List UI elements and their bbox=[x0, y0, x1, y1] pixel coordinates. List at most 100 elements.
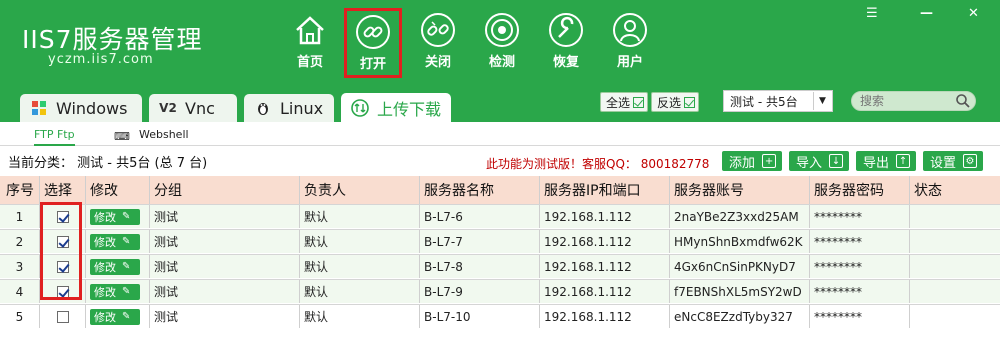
col-server-name: 服务器名称 bbox=[420, 176, 540, 204]
edit-button-label: 修改 bbox=[94, 210, 116, 224]
cell-ip: 192.168.1.112 bbox=[540, 305, 670, 328]
wrench-icon bbox=[549, 13, 583, 47]
select-cell bbox=[40, 230, 86, 253]
edit-button-label: 修改 bbox=[94, 285, 116, 299]
broken-link-icon bbox=[421, 13, 455, 47]
cell-account: eNcC8EZzdTyby327 bbox=[670, 305, 810, 328]
edit-icon: ✎ bbox=[122, 261, 131, 272]
edit-button[interactable]: 修改 ✎ bbox=[90, 233, 140, 250]
nav-home[interactable]: 首页 bbox=[280, 6, 340, 78]
col-server-password: 服务器密码 bbox=[810, 176, 910, 204]
col-edit: 修改 bbox=[86, 176, 150, 204]
cell-password: ******** bbox=[810, 230, 910, 253]
import-button-label: 导入 bbox=[796, 155, 823, 171]
search-icon[interactable] bbox=[955, 93, 971, 109]
dropdown-arrow-icon: ▼ bbox=[813, 92, 831, 110]
edit-icon: ✎ bbox=[122, 236, 131, 247]
edit-button[interactable]: 修改 ✎ bbox=[90, 283, 140, 300]
table-row[interactable]: 3 修改 ✎ 测试 默认 B-L7-8 192.168.1.112 4Gx6nCnSinPKN… bbox=[0, 254, 1000, 278]
col-owner: 负责人 bbox=[300, 176, 420, 204]
cell-num: 5 bbox=[0, 305, 40, 328]
nav-open[interactable]: 打开 bbox=[344, 8, 402, 78]
cell-owner: 默认 bbox=[300, 205, 420, 228]
table-row[interactable]: 1 修改 ✎ 测试 默认 B-L7-6 192.168.1.112 2naYBe2Z3xxd2… bbox=[0, 204, 1000, 228]
cell-ip: 192.168.1.112 bbox=[540, 230, 670, 253]
nav-close[interactable]: 关闭 bbox=[408, 6, 468, 78]
subtab-webshell[interactable]: Webshell bbox=[139, 128, 189, 141]
settings-button[interactable]: 设置 ⚙ bbox=[923, 151, 983, 171]
edit-cell: 修改 ✎ bbox=[86, 205, 150, 228]
tab-linux[interactable]: Linux bbox=[244, 94, 334, 122]
export-icon: ↑ bbox=[896, 154, 911, 168]
import-button[interactable]: 导入 ↓ bbox=[789, 151, 849, 171]
cell-status bbox=[910, 205, 1000, 228]
cell-ip: 192.168.1.112 bbox=[540, 255, 670, 278]
tab-vnc-label: Vnc bbox=[185, 98, 215, 118]
tab-windows[interactable]: Windows bbox=[20, 94, 142, 122]
menu-icon[interactable]: ☰ bbox=[866, 6, 878, 21]
select-all-button[interactable]: 全选 bbox=[600, 92, 648, 112]
add-icon: + bbox=[762, 154, 777, 168]
subtab-ftp[interactable]: FTP Ftp bbox=[34, 128, 75, 146]
nav-detect[interactable]: 检测 bbox=[472, 6, 532, 78]
tab-windows-label: Windows bbox=[56, 98, 128, 118]
select-all-label: 全选 bbox=[606, 95, 631, 110]
webshell-icon: ⌨ bbox=[114, 130, 130, 143]
windows-icon bbox=[30, 99, 48, 117]
edit-button[interactable]: 修改 ✎ bbox=[90, 258, 140, 275]
edit-cell: 修改 ✎ bbox=[86, 230, 150, 253]
export-button[interactable]: 导出 ↑ bbox=[856, 151, 916, 171]
nav-restore-label: 恢复 bbox=[552, 55, 579, 70]
row-checkbox[interactable] bbox=[56, 310, 69, 323]
cell-num: 3 bbox=[0, 255, 40, 278]
group-select-value: 测试 - 共5台 bbox=[730, 94, 798, 109]
tab-bar: Windows V2 Vnc Linux 上传下载 bbox=[0, 88, 1000, 123]
cell-status bbox=[910, 255, 1000, 278]
edit-icon: ✎ bbox=[122, 286, 131, 297]
group-select[interactable]: 测试 - 共5台 ▼ bbox=[723, 90, 833, 112]
row-checkbox[interactable] bbox=[56, 260, 69, 273]
nav-user[interactable]: 用户 bbox=[600, 6, 660, 78]
close-window-button[interactable]: ✕ bbox=[968, 6, 979, 21]
cell-password: ******** bbox=[810, 205, 910, 228]
cell-group: 测试 bbox=[150, 205, 300, 228]
current-category: 当前分类： 测试 - 共5台 (总 7 台) bbox=[8, 156, 208, 171]
home-icon bbox=[296, 16, 324, 45]
row-checkbox[interactable] bbox=[56, 285, 69, 298]
invert-selection-button[interactable]: 反选 bbox=[651, 92, 699, 112]
cell-status bbox=[910, 280, 1000, 303]
row-checkbox[interactable] bbox=[56, 210, 69, 223]
nav-restore[interactable]: 恢复 bbox=[536, 6, 596, 78]
cell-ip: 192.168.1.112 bbox=[540, 280, 670, 303]
edit-icon: ✎ bbox=[122, 211, 131, 222]
cell-account: HMynShnBxmdfw62K bbox=[670, 230, 810, 253]
table-row[interactable]: 5 修改 ✎ 测试 默认 B-L7-10 192.168.1.112 eNcC8EZzdTyb… bbox=[0, 304, 1000, 328]
beta-notice: 此功能为测试版！客服QQ： 800182778 bbox=[486, 157, 710, 171]
cell-password: ******** bbox=[810, 280, 910, 303]
col-status: 状态 bbox=[914, 183, 942, 199]
cell-num: 2 bbox=[0, 230, 40, 253]
app-header: IIS7服务器管理 yczm.iis7.com 首页 打开 关闭 检测 恢复 用… bbox=[0, 0, 1000, 88]
app-logo: IIS7服务器管理 bbox=[22, 25, 203, 54]
row-checkbox[interactable] bbox=[56, 235, 69, 248]
nav-close-label: 关闭 bbox=[424, 55, 451, 70]
table-row[interactable]: 4 修改 ✎ 测试 默认 B-L7-9 192.168.1.112 f7EBNShXL5mSY… bbox=[0, 279, 1000, 303]
cell-status bbox=[910, 230, 1000, 253]
cell-num: 1 bbox=[0, 205, 40, 228]
link-icon bbox=[356, 15, 390, 49]
tab-vnc[interactable]: V2 Vnc bbox=[149, 94, 237, 122]
minimize-button[interactable]: — bbox=[920, 6, 933, 21]
cell-group: 测试 bbox=[150, 230, 300, 253]
cell-name: B-L7-6 bbox=[420, 205, 540, 228]
cell-ip: 192.168.1.112 bbox=[540, 205, 670, 228]
table-row[interactable]: 2 修改 ✎ 测试 默认 B-L7-7 192.168.1.112 HMynShnBxmdfw… bbox=[0, 229, 1000, 253]
edit-button[interactable]: 修改 ✎ bbox=[90, 208, 140, 225]
tab-upload-download-label: 上传下载 bbox=[377, 100, 442, 119]
edit-button[interactable]: 修改 ✎ bbox=[90, 308, 140, 325]
add-button[interactable]: 添加 + bbox=[722, 151, 782, 171]
tab-upload-download[interactable]: 上传下载 bbox=[341, 93, 451, 123]
settings-button-label: 设置 bbox=[930, 155, 957, 171]
cell-name: B-L7-10 bbox=[420, 305, 540, 328]
target-icon bbox=[485, 13, 519, 47]
col-index: 序号 bbox=[0, 176, 40, 204]
